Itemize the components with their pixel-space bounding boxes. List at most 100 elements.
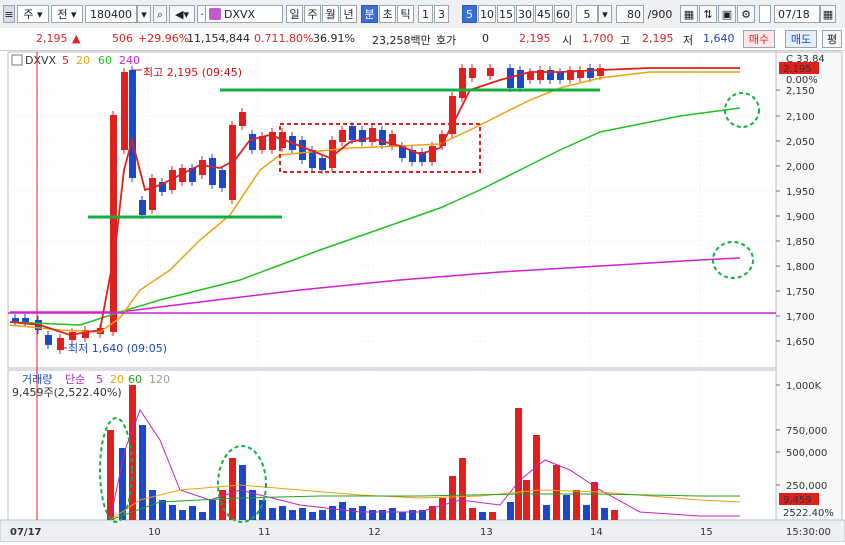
legend-ma20: 20	[76, 54, 90, 67]
volume-y-tick-label: 250,000	[786, 481, 827, 492]
volume-bar	[389, 508, 396, 520]
stock-chart[interactable]: DXVX 5 20 60 240 최고 2,195 (09:45) 최저 1,6…	[0, 50, 845, 543]
hoga-label: 호가	[436, 34, 457, 47]
minute-10[interactable]: 10	[478, 5, 496, 23]
candle	[299, 140, 306, 160]
candle	[149, 178, 156, 210]
interval-input[interactable]: 5	[576, 5, 598, 23]
volume-bar	[449, 476, 456, 520]
legend-stock-name: DXVX	[25, 54, 57, 67]
candle	[517, 70, 524, 88]
menu-icon[interactable]: ≡	[3, 5, 15, 23]
volume-bar	[399, 512, 406, 520]
volume-bar	[523, 480, 530, 520]
type-select[interactable]: 전 ▾	[51, 5, 83, 23]
interval-dropdown-icon[interactable]: ▾	[598, 5, 612, 23]
minute-45[interactable]: 45	[535, 5, 553, 23]
volume-bar	[507, 502, 514, 520]
period-minute[interactable]: 분	[361, 5, 378, 23]
high-label: 고	[620, 34, 631, 47]
period-week[interactable]: 주	[304, 5, 321, 23]
period-day[interactable]: 일	[286, 5, 303, 23]
volume-y-tick-label: 500,000	[786, 448, 827, 459]
x-hour-label: 11	[258, 527, 271, 538]
count-total: /900	[647, 8, 673, 21]
volume-bar	[583, 505, 590, 520]
market-select[interactable]: 주 ▾	[17, 5, 49, 23]
sell-button[interactable]: 매도	[785, 30, 817, 48]
hoga-value: 0	[482, 32, 489, 45]
legend-v60: 60	[128, 373, 142, 386]
y-tick-label: 1,850	[786, 237, 815, 248]
volume-bar	[439, 498, 446, 520]
volume-bar	[349, 508, 356, 520]
eval-button[interactable]: 평	[822, 30, 842, 48]
period-tick[interactable]: 틱	[397, 5, 414, 23]
minute-60[interactable]: 60	[554, 5, 572, 23]
volume-y-tick-label: 750,000	[786, 426, 827, 437]
panel-menu-icon[interactable]	[11, 54, 23, 66]
volume-bar	[169, 505, 176, 520]
minute-15[interactable]: 15	[497, 5, 515, 23]
high-price: 2,195	[642, 32, 674, 45]
volume: 11,154,844	[187, 32, 250, 45]
minute-5[interactable]: 5	[462, 5, 477, 23]
open-price: 1,700	[582, 32, 614, 45]
low-label: 저	[683, 34, 694, 47]
candle	[349, 126, 356, 140]
minute-30[interactable]: 30	[516, 5, 534, 23]
candle	[69, 332, 76, 340]
code-dropdown-icon[interactable]: ▾	[137, 5, 151, 23]
volume-bar	[249, 490, 256, 520]
volume-bar	[199, 512, 206, 520]
legend-v5: 5	[96, 373, 103, 386]
minute-1[interactable]: 1	[418, 5, 433, 23]
save-icon[interactable]: ▣	[718, 5, 736, 23]
volume-bar	[339, 502, 346, 520]
period-month[interactable]: 월	[322, 5, 339, 23]
x-hour-label: 13	[480, 527, 493, 538]
y-tick-label: 2,150	[786, 86, 815, 97]
volume-pct-tag: 2522.40%	[783, 508, 834, 519]
count-input[interactable]: 80	[616, 5, 644, 23]
zero-percent-label: 0.00%	[786, 75, 818, 86]
calendar-icon[interactable]: ▦	[820, 5, 836, 23]
gear-icon[interactable]: ⚙	[737, 5, 755, 23]
volume-bar	[573, 490, 580, 520]
candle	[209, 158, 216, 185]
speaker-icon[interactable]: ◀▾	[169, 5, 195, 23]
y-tick-label: 1,950	[786, 187, 815, 198]
date-checkbox[interactable]	[759, 5, 771, 23]
stock-name-field[interactable]: DXVX	[205, 5, 283, 23]
search-icon[interactable]: ⌕	[153, 5, 167, 23]
low-price: 1,640	[703, 32, 735, 45]
volume-bar	[553, 465, 560, 520]
candle	[139, 200, 146, 215]
volume-info: 9,459주(2,522.40%)	[12, 386, 122, 399]
compare-icon[interactable]: ⇅	[699, 5, 717, 23]
volume-bar	[309, 512, 316, 520]
buy-button[interactable]: 매수	[743, 30, 775, 48]
period-second[interactable]: 초	[379, 5, 396, 23]
toolbar: ≡ 주 ▾ 전 ▾ 180400 ▾ ⌕ ◀▾ · DXVX 일 주 월 년 분…	[0, 0, 845, 29]
chart-area[interactable]: DXVX 5 20 60 240 최고 2,195 (09:45) 최저 1,6…	[0, 50, 845, 543]
x-end-time: 15:30:00	[786, 527, 831, 538]
price-repeat: 2,195	[519, 32, 551, 45]
candle	[429, 146, 436, 162]
volume-bar	[319, 510, 326, 520]
volume-bar	[359, 506, 366, 520]
stock-code-input[interactable]: 180400	[85, 5, 137, 23]
candle	[22, 318, 29, 322]
volume-bar	[459, 458, 466, 520]
period-year[interactable]: 년	[340, 5, 357, 23]
x-hour-label: 15	[700, 527, 713, 538]
legend-ma5: 5	[62, 54, 69, 67]
y-tick-label: 1,700	[786, 312, 815, 323]
volume-bar	[159, 500, 166, 520]
date-input[interactable]: 07/18	[774, 5, 820, 23]
trade-amount: 23,258백만	[372, 34, 431, 47]
candle	[110, 115, 117, 332]
grid-icon[interactable]: ▦	[680, 5, 698, 23]
minute-3[interactable]: 3	[434, 5, 449, 23]
stock-name: DXVX	[224, 8, 256, 21]
